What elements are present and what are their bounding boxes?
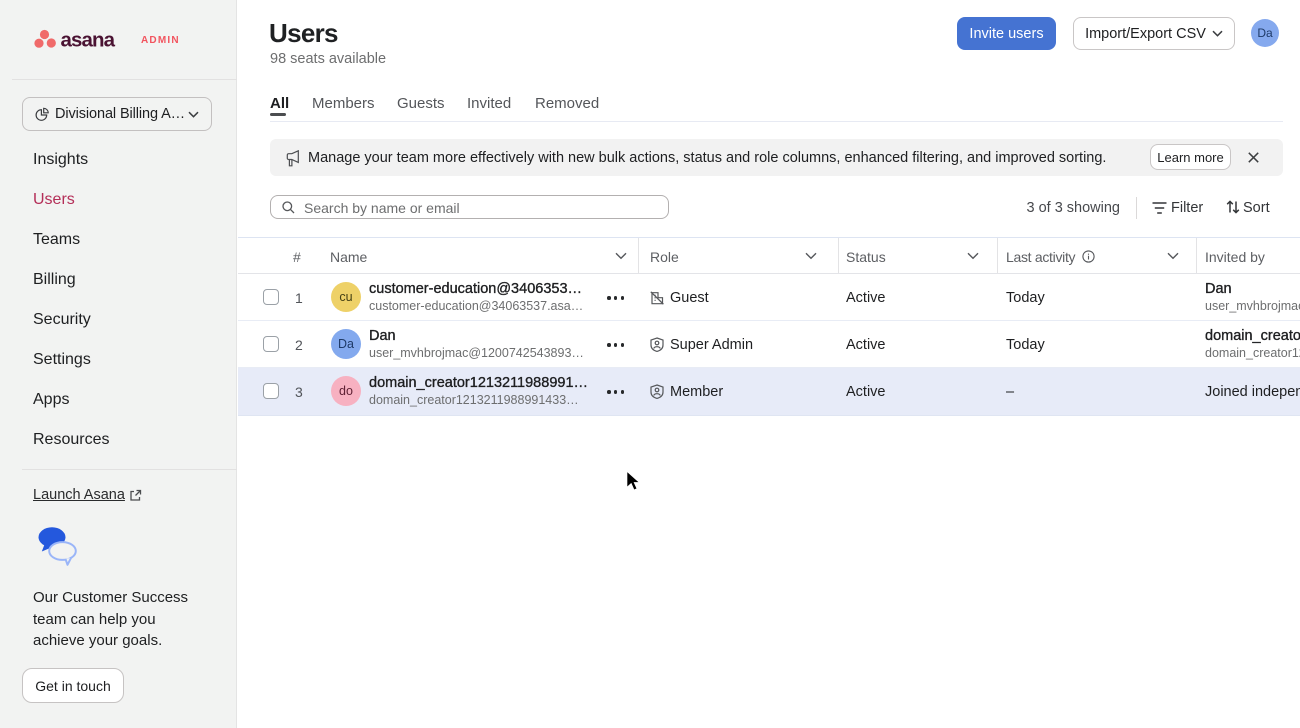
svg-text:asana: asana — [61, 29, 116, 52]
svg-text:ADMIN: ADMIN — [141, 35, 180, 46]
